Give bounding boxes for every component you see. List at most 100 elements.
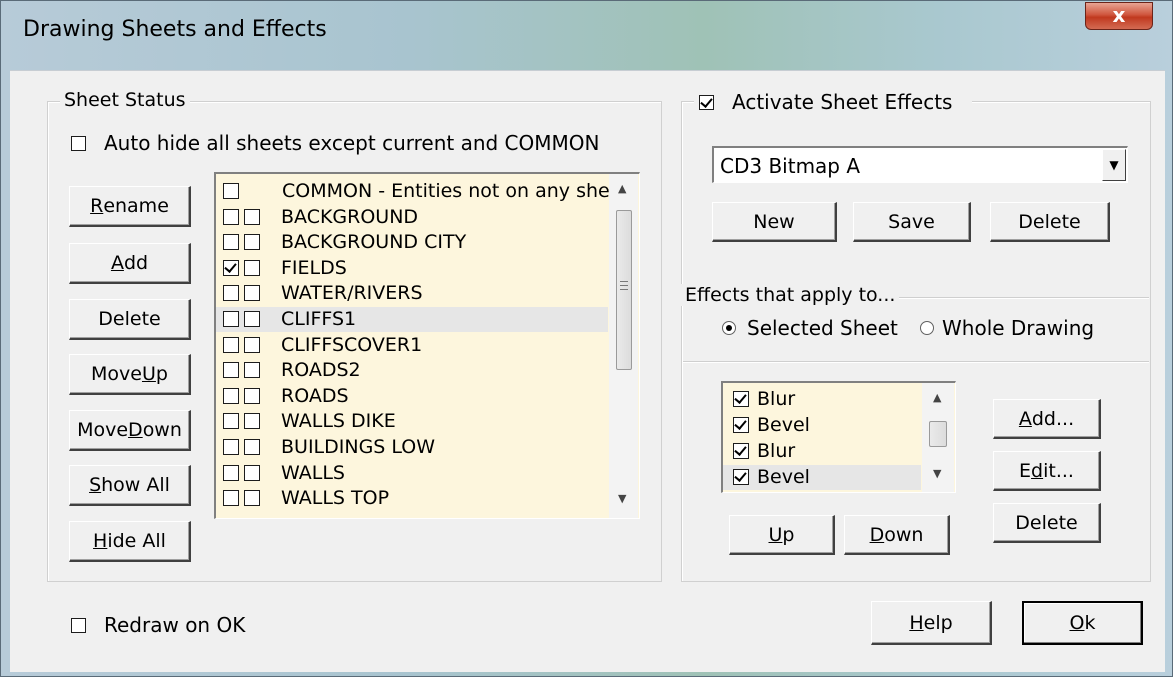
title-bar[interactable]: Drawing Sheets and Effects x (1, 1, 1172, 71)
rename-button[interactable]: Rename (69, 186, 191, 227)
sheet-visible-checkbox[interactable] (223, 362, 239, 379)
sheet-row[interactable]: WALLS DIKE (216, 409, 608, 434)
effect-delete-button[interactable]: Delete (993, 503, 1101, 543)
sheet-row[interactable]: BUILDINGS LOW (216, 435, 608, 460)
move-up-button[interactable]: Move Up (69, 354, 191, 395)
sheet-visible-checkbox[interactable] (223, 490, 239, 507)
button-label: Delete (98, 308, 161, 330)
save-preset-button[interactable]: Save (853, 202, 971, 242)
sheet-name: CLIFFSCOVER1 (281, 333, 423, 356)
sheet-lock-checkbox[interactable] (244, 464, 260, 481)
effect-row[interactable]: Blur (723, 439, 921, 464)
close-icon: x (1112, 3, 1126, 27)
sheet-row[interactable]: WALLS (216, 461, 608, 486)
scroll-up-arrow-icon[interactable]: ▲ (618, 182, 626, 195)
selected-sheet-radio[interactable] (722, 321, 736, 335)
button-label: how All (101, 474, 170, 496)
redraw-on-ok-label: Redraw on OK (104, 613, 246, 637)
show-all-button[interactable]: Show All (69, 465, 191, 506)
activate-effects-checkbox[interactable] (699, 95, 714, 110)
sheet-lock-checkbox[interactable] (244, 336, 260, 353)
separator-line-2 (683, 361, 1149, 363)
sheet-name: BACKGROUND CITY (281, 231, 467, 254)
sheet-lock-checkbox[interactable] (244, 259, 260, 276)
effect-up-button[interactable]: Up (729, 515, 835, 555)
close-button[interactable]: x (1085, 2, 1153, 30)
sheet-visible-checkbox[interactable] (223, 387, 239, 404)
selected-sheet-label: Selected Sheet (747, 316, 898, 340)
auto-hide-label: Auto hide all sheets except current and … (104, 131, 600, 155)
sheet-row[interactable]: FIELDS (216, 256, 608, 281)
effects-list-scrollbar[interactable]: ▲ ▼ (922, 383, 954, 492)
effect-row[interactable]: Bevel (723, 413, 921, 438)
effect-row[interactable]: Glow (723, 491, 921, 493)
sheet-visible-checkbox[interactable] (223, 413, 239, 430)
scroll-thumb[interactable] (616, 210, 632, 370)
effect-edit-button[interactable]: Ed it... (993, 451, 1101, 491)
sheet-lock-checkbox[interactable] (244, 439, 260, 455)
sheet-name: WALLS TOP (281, 487, 390, 510)
sheet-lock-checkbox[interactable] (244, 490, 260, 507)
delete-sheet-button[interactable]: Delete (69, 299, 191, 340)
sheet-name: COMMON - Entities not on any she (282, 180, 610, 202)
sheet-visible-checkbox[interactable] (223, 311, 239, 327)
sheet-row[interactable]: CLIFFSCOVER1 (216, 333, 608, 358)
ok-button[interactable]: Ok (1022, 601, 1143, 645)
sheet-visible-checkbox[interactable] (223, 234, 239, 251)
sheet-row[interactable]: ROADS (216, 384, 608, 409)
effect-enabled-checkbox[interactable] (733, 417, 749, 433)
activate-effects-label: Activate Sheet Effects (732, 90, 953, 114)
sheet-visible-checkbox[interactable] (223, 285, 239, 302)
sheet-lock-checkbox[interactable] (244, 311, 260, 327)
effect-enabled-checkbox[interactable] (733, 469, 749, 485)
sheet-row[interactable]: WATER/RIVERS (216, 281, 608, 306)
effect-name: Blur (757, 440, 796, 462)
sheet-row[interactable]: WALLS TOP (216, 486, 608, 511)
whole-drawing-radio[interactable] (920, 321, 934, 335)
sheet-visible-checkbox[interactable] (223, 439, 239, 455)
sheet-lock-checkbox[interactable] (244, 208, 260, 225)
sheet-visible-checkbox[interactable] (223, 208, 239, 225)
redraw-on-ok-checkbox[interactable] (71, 618, 86, 633)
effect-row[interactable]: Bevel (723, 465, 921, 490)
auto-hide-checkbox[interactable] (71, 136, 86, 151)
scroll-down-arrow-icon[interactable]: ▼ (618, 492, 626, 505)
preset-dropdown-button[interactable]: ▼ (1102, 149, 1126, 181)
effects-scroll-thumb[interactable] (929, 421, 947, 447)
effect-down-button[interactable]: Down (844, 515, 950, 555)
sheet-lock-checkbox[interactable] (244, 234, 260, 251)
sheet-visible-checkbox[interactable] (223, 259, 239, 276)
effects-list[interactable]: Blur Bevel Blur Bevel Glow ▲ ▼ (721, 381, 956, 493)
sheet-row[interactable]: COMMON - Entities not on any she (216, 179, 610, 204)
sheet-row[interactable]: BACKGROUND CITY (216, 230, 608, 255)
sheet-row[interactable]: CLIFFS1 (216, 307, 608, 332)
new-preset-button[interactable]: New (712, 202, 837, 242)
add-sheet-button[interactable]: Add (69, 243, 191, 284)
effect-add-button[interactable]: Add... (993, 399, 1101, 439)
help-button[interactable]: Help (871, 601, 992, 645)
sheet-visible-checkbox[interactable] (223, 336, 239, 353)
effects-scroll-down-arrow-icon[interactable]: ▼ (933, 467, 941, 480)
sheet-lock-checkbox[interactable] (244, 387, 260, 404)
sheet-visible-checkbox[interactable] (223, 183, 239, 199)
sheet-lock-checkbox[interactable] (244, 413, 260, 430)
sheet-lock-checkbox[interactable] (244, 285, 260, 302)
delete-preset-button[interactable]: Delete (990, 202, 1110, 242)
sheet-visible-checkbox[interactable] (223, 464, 239, 481)
button-label-mnemonic: A (110, 252, 124, 274)
effect-preset-combobox[interactable]: CD3 Bitmap A ▼ (712, 146, 1128, 183)
button-label: ename (103, 195, 169, 217)
effect-enabled-checkbox[interactable] (733, 443, 749, 459)
sheet-status-title: Sheet Status (60, 89, 190, 111)
move-down-button[interactable]: Move Down (69, 410, 191, 451)
effect-enabled-checkbox[interactable] (733, 391, 749, 407)
effect-row[interactable]: Blur (723, 387, 921, 412)
sheet-row[interactable]: BACKGROUND (216, 205, 608, 230)
sheet-lock-checkbox[interactable] (244, 362, 260, 379)
hide-all-button[interactable]: Hide All (69, 521, 191, 562)
sheet-list[interactable]: COMMON - Entities not on any she BACKGROU… (214, 172, 640, 519)
sheet-row[interactable]: ROADS2 (216, 358, 608, 383)
sheet-list-scrollbar[interactable]: ▲ ▼ (609, 174, 638, 518)
effects-scroll-up-arrow-icon[interactable]: ▲ (933, 391, 941, 404)
effect-name: Glow (757, 492, 804, 493)
